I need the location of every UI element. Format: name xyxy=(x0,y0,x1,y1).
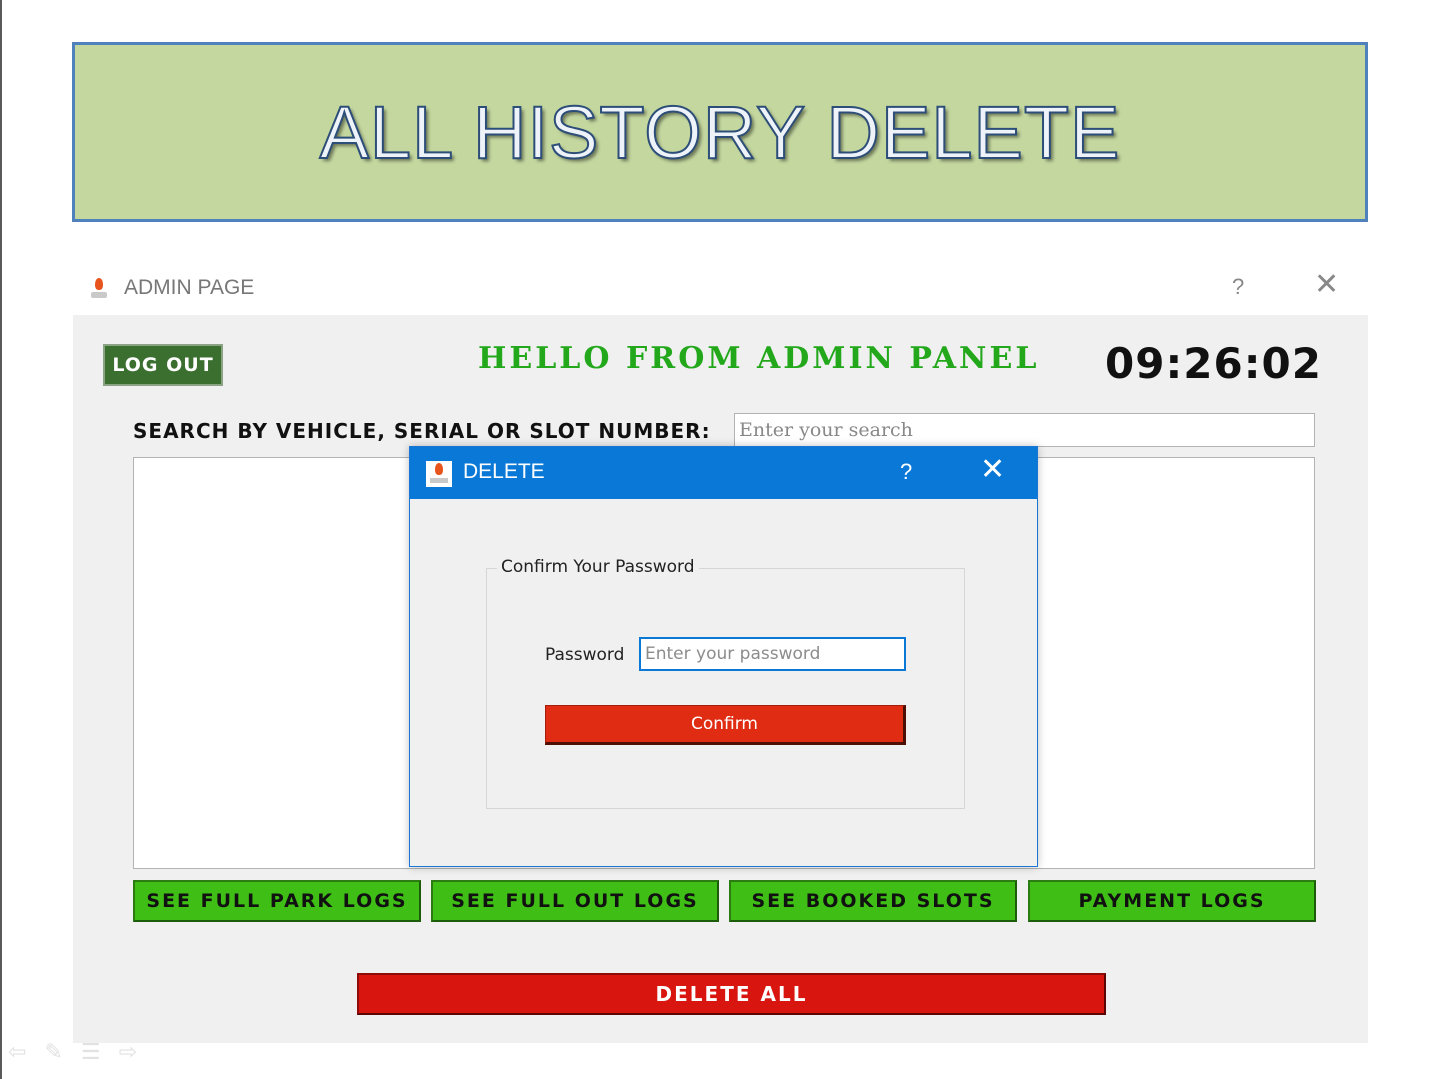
slideshow-nav: ⇦ ✎ ☰ ⇨ xyxy=(8,1040,137,1065)
password-input[interactable] xyxy=(639,637,906,671)
confirm-button[interactable]: Confirm xyxy=(545,705,906,745)
window-help-button[interactable]: ? xyxy=(1232,274,1244,300)
delete-dialog: DELETE ? ✕ Confirm Your Password Passwor… xyxy=(409,446,1038,867)
slide-title: ALL HISTORY DELETE xyxy=(319,90,1121,175)
dialog-help-button[interactable]: ? xyxy=(900,459,912,485)
confirm-password-group: Confirm Your Password Password Confirm xyxy=(486,557,965,809)
slide-title-banner: ALL HISTORY DELETE xyxy=(72,42,1368,222)
logout-button[interactable]: LOG OUT xyxy=(103,344,223,386)
password-label: Password xyxy=(545,645,625,665)
group-title: Confirm Your Password xyxy=(497,557,699,577)
previous-slide-icon[interactable]: ⇦ xyxy=(8,1040,26,1065)
see-booked-slots-button[interactable]: SEE BOOKED SLOTS xyxy=(729,880,1017,922)
window-close-button[interactable]: ✕ xyxy=(1314,270,1339,300)
greeting-heading: HELLO FROM ADMIN PANEL xyxy=(478,341,1040,376)
delete-all-button[interactable]: DELETE ALL xyxy=(357,973,1106,1015)
window-titlebar: ADMIN PAGE ? ✕ xyxy=(72,266,1368,314)
see-full-out-logs-button[interactable]: SEE FULL OUT LOGS xyxy=(431,880,719,922)
search-input[interactable] xyxy=(734,413,1315,447)
payment-logs-button[interactable]: PAYMENT LOGS xyxy=(1028,880,1316,922)
slide-edge xyxy=(0,0,2,1079)
clock-display: 09:26:02 xyxy=(1105,339,1322,388)
dialog-app-icon xyxy=(426,461,452,487)
see-full-park-logs-button[interactable]: SEE FULL PARK LOGS xyxy=(133,880,421,922)
app-icon xyxy=(90,278,108,300)
dialog-title: DELETE xyxy=(463,460,545,483)
pen-icon[interactable]: ✎ xyxy=(44,1040,62,1065)
menu-icon[interactable]: ☰ xyxy=(81,1040,101,1065)
window-title: ADMIN PAGE xyxy=(124,276,255,299)
search-label: SEARCH BY VEHICLE, SERIAL OR SLOT NUMBER… xyxy=(133,419,711,443)
dialog-close-button[interactable]: ✕ xyxy=(980,455,1005,485)
next-slide-icon[interactable]: ⇨ xyxy=(119,1040,137,1065)
dialog-titlebar: DELETE ? ✕ xyxy=(410,447,1037,499)
